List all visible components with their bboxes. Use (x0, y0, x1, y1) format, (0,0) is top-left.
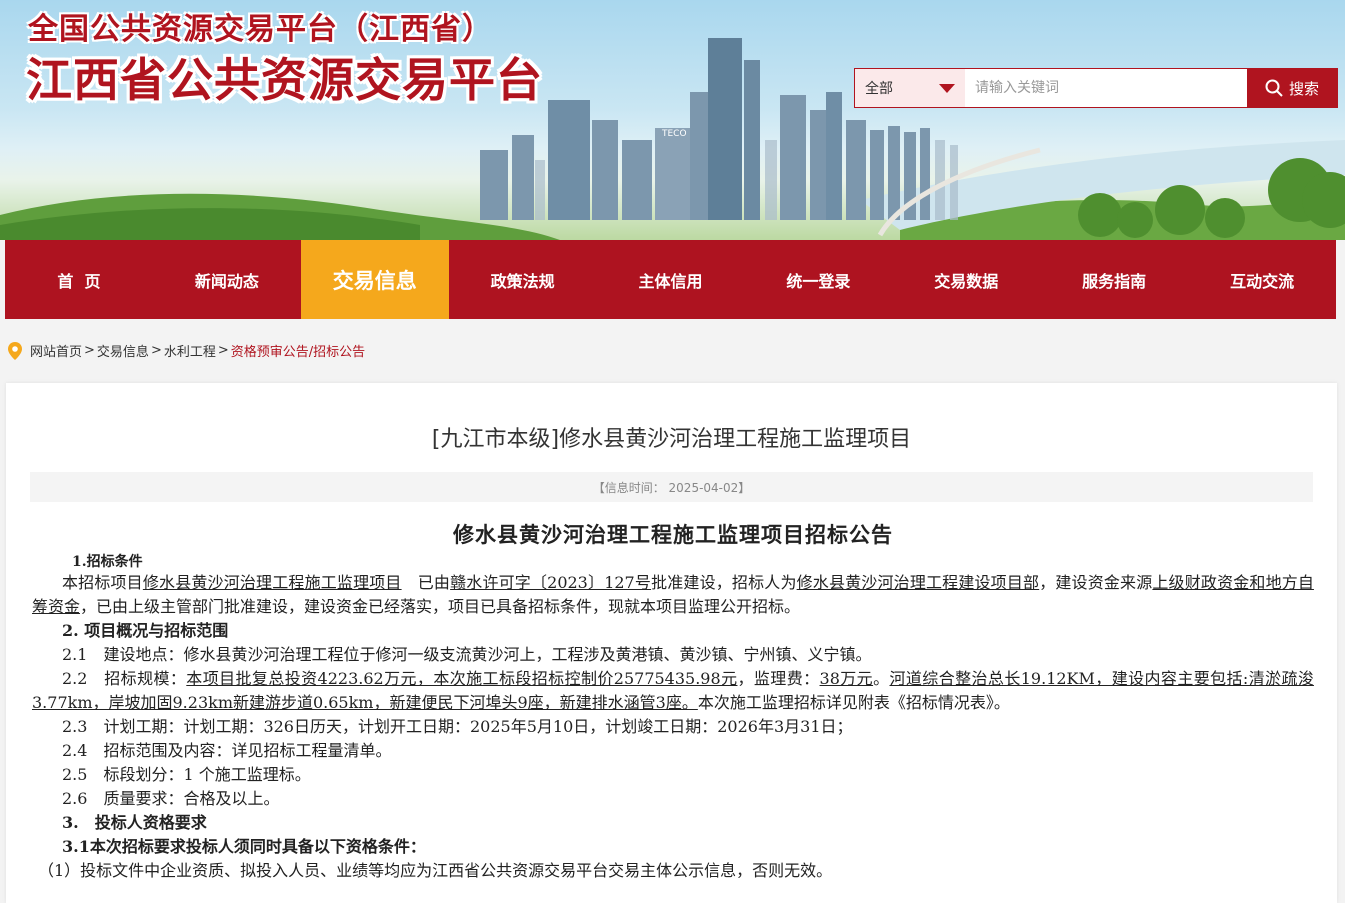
text: 已由 (401, 573, 451, 592)
info-time: 【信息时间： 2025-04-02】 (592, 480, 751, 495)
text: ，建设资金来源 (1039, 573, 1153, 592)
search-input[interactable] (965, 69, 1247, 107)
nav-item-home[interactable]: 首 页 (5, 240, 153, 319)
breadcrumb-separator: > (217, 343, 229, 358)
search-scope-select[interactable]: 全部 (855, 69, 965, 107)
section-heading: 2. 项目概况与招标范围 (62, 621, 229, 640)
breadcrumb: 网站首页 > 交易信息 > 水利工程 > 资格预审公告/招标公告 (8, 341, 365, 360)
tenderer-name: 修水县黄沙河治理工程建设项目部 (796, 573, 1040, 592)
section-heading: 3. 投标人资格要求 (62, 813, 207, 832)
main-nav: 首 页 新闻动态 交易信息 政策法规 主体信用 统一登录 交易数据 服务指南 互… (5, 240, 1336, 319)
nav-item-login[interactable]: 统一登录 (744, 240, 892, 319)
page-title: [九江市本级]修水县黄沙河治理工程施工监理项目 (431, 427, 912, 452)
paragraph: 2.2 招标规模：本项目批复总投资4223.62万元，本次施工标段招标控制价25… (32, 667, 1314, 715)
breadcrumb-separator: > (150, 343, 162, 358)
nav-item-interaction[interactable]: 互动交流 (1188, 240, 1336, 319)
section-heading: 1.招标条件 (72, 554, 143, 570)
location-pin-icon (8, 341, 22, 360)
nav-item-credit[interactable]: 主体信用 (597, 240, 745, 319)
search-icon (1265, 79, 1283, 97)
search-button-label: 搜索 (1288, 79, 1319, 98)
nav-item-news[interactable]: 新闻动态 (153, 240, 301, 319)
breadcrumb-trade-info[interactable]: 交易信息 (97, 341, 149, 360)
search-scope-value: 全部 (865, 81, 893, 97)
approval-number: 赣水许可字〔2023〕127号 (450, 573, 652, 592)
breadcrumb-water-projects[interactable]: 水利工程 (164, 341, 216, 360)
breadcrumb-separator: > (84, 343, 95, 358)
supervision-fee: 38万元 (819, 669, 874, 688)
article-panel: [九江市本级]修水县黄沙河治理工程施工监理项目 【信息时间： 2025-04-0… (6, 383, 1337, 903)
breadcrumb-home[interactable]: 网站首页 (30, 341, 82, 360)
dropdown-triangle-icon (939, 83, 955, 93)
nav-item-trade-info[interactable]: 交易信息 (300, 240, 449, 319)
paragraph: 本招标项目修水县黄沙河治理工程施工监理项目 已由赣水许可字〔2023〕127号批… (32, 571, 1314, 619)
paragraph: 2.6 质量要求：合格及以上。 (62, 789, 280, 808)
announcement-title: 修水县黄沙河治理工程施工监理项目招标公告 (453, 522, 893, 547)
tender-scale: 本项目批复总投资4223.62万元，本次施工标段招标控制价25775435.98… (186, 669, 738, 688)
site-title: 江西省公共资源交易平台 (26, 53, 543, 107)
paragraph: 2.3 计划工期：计划工期：326日历天，计划开工日期：2025年5月10日，计… (62, 717, 853, 736)
search-button[interactable]: 搜索 (1247, 69, 1337, 107)
project-name: 修水县黄沙河治理工程施工监理项目 (142, 573, 402, 592)
text: 。 (873, 669, 890, 688)
info-time-bar: 【信息时间： 2025-04-02】 (30, 472, 1313, 502)
nav-item-service-guide[interactable]: 服务指南 (1040, 240, 1188, 319)
announcement-body: 修水县黄沙河治理工程施工监理项目招标公告 1.招标条件 本招标项目修水县黄沙河治… (32, 515, 1314, 883)
text: 本次施工监理招标详见附表《招标情况表》。 (697, 693, 1010, 712)
nav-item-trade-data[interactable]: 交易数据 (892, 240, 1040, 319)
text: ，监理费： (737, 669, 820, 688)
breadcrumb-current[interactable]: 资格预审公告/招标公告 (231, 341, 365, 360)
site-subtitle: 全国公共资源交易平台（江西省） (28, 12, 493, 47)
text: ，已由上级主管部门批准建设，建设资金已经落实，项目已具备招标条件，现就本项目监理… (80, 597, 801, 616)
svg-text:TECO: TECO (661, 129, 687, 139)
text: 本招标项目 (62, 573, 143, 592)
paragraph: 2.4 招标范围及内容：详见招标工程量清单。 (62, 741, 392, 760)
section-heading: 3.1本次招标要求投标人须同时具备以下资格条件： (62, 837, 426, 856)
header-banner: TECO 全国公共资源交易平台（江西省） 江西省公共资源交易平台 全部 搜索 (0, 0, 1345, 240)
nav-item-policy[interactable]: 政策法规 (449, 240, 597, 319)
paragraph: 2.1 建设地点：修水县黄沙河治理工程位于修河一级支流黄沙河上，工程涉及黄港镇、… (62, 645, 872, 664)
text: 2.2 招标规模： (62, 669, 187, 688)
paragraph: （1）投标文件中企业资质、拟投入人员、业绩等均应为江西省公共资源交易平台交易主体… (38, 861, 833, 880)
text: 批准建设，招标人为 (651, 573, 797, 592)
paragraph: 2.5 标段划分：1 个施工监理标。 (62, 765, 311, 784)
search-bar: 全部 搜索 (854, 68, 1338, 108)
